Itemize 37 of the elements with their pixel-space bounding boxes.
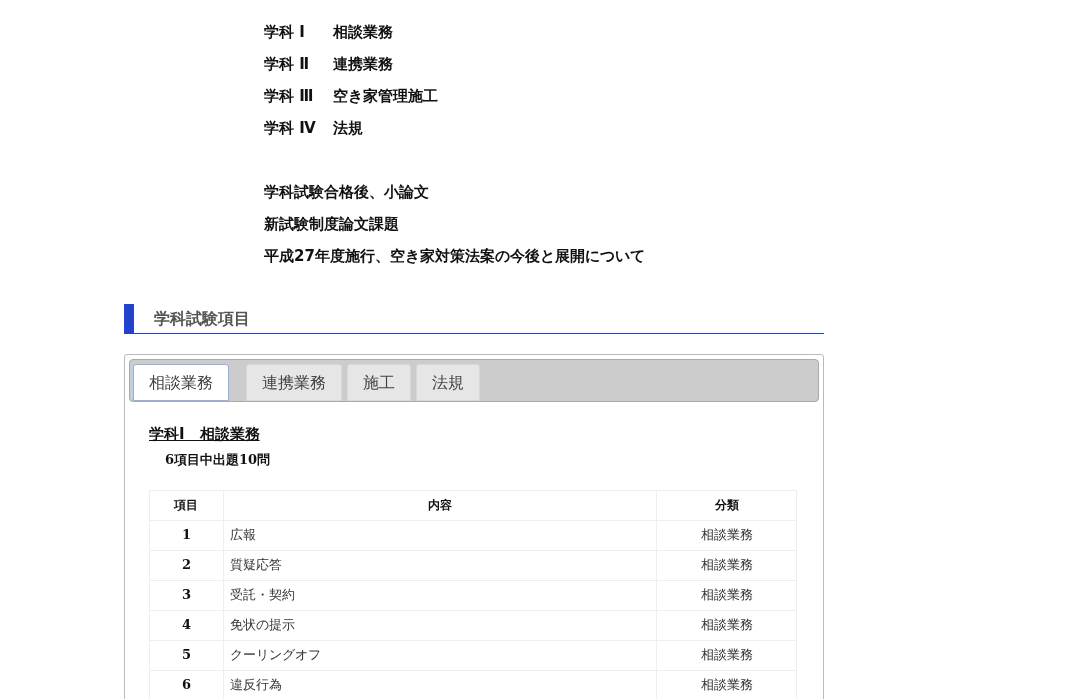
panel-subtitle: 6項目中出題10問 bbox=[164, 451, 272, 469]
table-cell: 広報 bbox=[223, 520, 657, 550]
subject-name: 空き家管理施工 bbox=[333, 85, 438, 107]
table-cell: 受託・契約 bbox=[223, 580, 657, 610]
column-header: 分類 bbox=[656, 490, 797, 520]
column-header: 内容 bbox=[223, 490, 657, 520]
subject-label: 学科 Ⅰ bbox=[264, 21, 306, 43]
essay-line: 新試験制度論文課題 bbox=[264, 213, 399, 235]
essay-line: 学科試験合格後、小論文 bbox=[264, 181, 429, 203]
table-cell: クーリングオフ bbox=[223, 640, 657, 670]
subject-name: 法規 bbox=[333, 117, 363, 139]
table-cell: 5 bbox=[149, 640, 224, 670]
table-cell: 6 bbox=[149, 670, 224, 699]
subject-label: 学科 Ⅲ bbox=[264, 85, 315, 107]
subject-label: 学科 Ⅳ bbox=[264, 117, 317, 139]
tab[interactable]: 相談業務 bbox=[133, 364, 229, 401]
subject-name: 連携業務 bbox=[333, 53, 393, 75]
subject-label: 学科 Ⅱ bbox=[264, 53, 311, 75]
tab[interactable]: 施工 bbox=[347, 364, 411, 401]
subject-name: 相談業務 bbox=[333, 21, 393, 43]
tab[interactable]: 連携業務 bbox=[246, 364, 342, 401]
table-cell: 免状の提示 bbox=[223, 610, 657, 640]
table-cell: 1 bbox=[149, 520, 224, 550]
table-cell: 相談業務 bbox=[656, 550, 797, 580]
table-cell: 質疑応答 bbox=[223, 550, 657, 580]
tab[interactable]: 法規 bbox=[416, 364, 480, 401]
table-cell: 3 bbox=[149, 580, 224, 610]
panel-title: 学科Ⅰ 相談業務 bbox=[149, 424, 260, 445]
table-cell: 相談業務 bbox=[656, 640, 797, 670]
table-cell: 相談業務 bbox=[656, 610, 797, 640]
table-cell: 相談業務 bbox=[656, 580, 797, 610]
section-heading: 学科試験項目 bbox=[154, 307, 250, 330]
table-cell: 2 bbox=[149, 550, 224, 580]
table-cell: 相談業務 bbox=[656, 520, 797, 550]
column-header: 項目 bbox=[149, 490, 224, 520]
essay-line: 平成27年度施行、空き家対策法案の今後と展開について bbox=[264, 245, 645, 267]
table-cell: 4 bbox=[149, 610, 224, 640]
